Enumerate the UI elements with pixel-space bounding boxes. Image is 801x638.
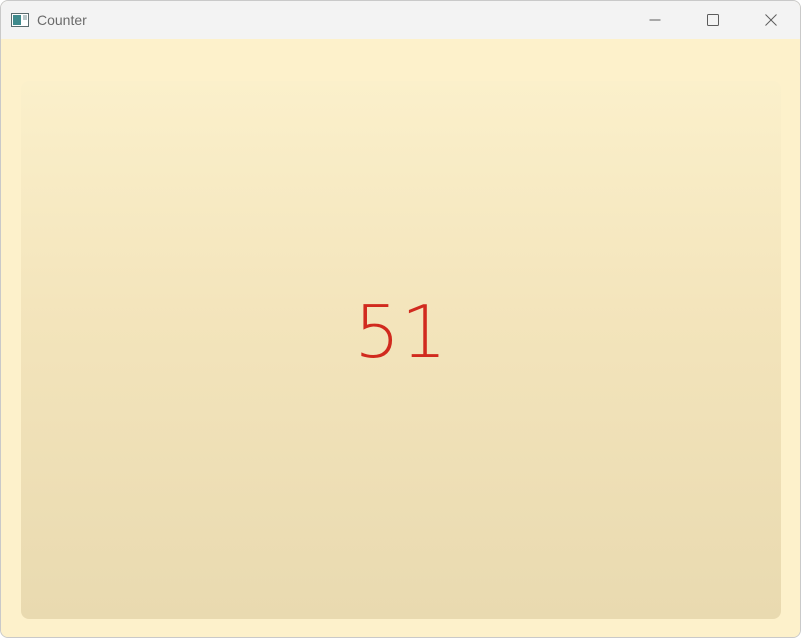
client-area: 51 [1,39,800,637]
close-button[interactable] [742,1,800,39]
title-bar[interactable]: Counter [1,1,800,39]
maximize-icon [707,14,719,26]
minimize-button[interactable] [626,1,684,39]
window-title: Counter [37,12,87,28]
maximize-button[interactable] [684,1,742,39]
close-icon [765,14,777,26]
counter-value: 51 [354,290,448,374]
app-window: Counter 51 [0,0,801,638]
counter-panel[interactable]: 51 [21,81,781,619]
minimize-icon [649,14,661,26]
app-window-icon [11,13,29,27]
